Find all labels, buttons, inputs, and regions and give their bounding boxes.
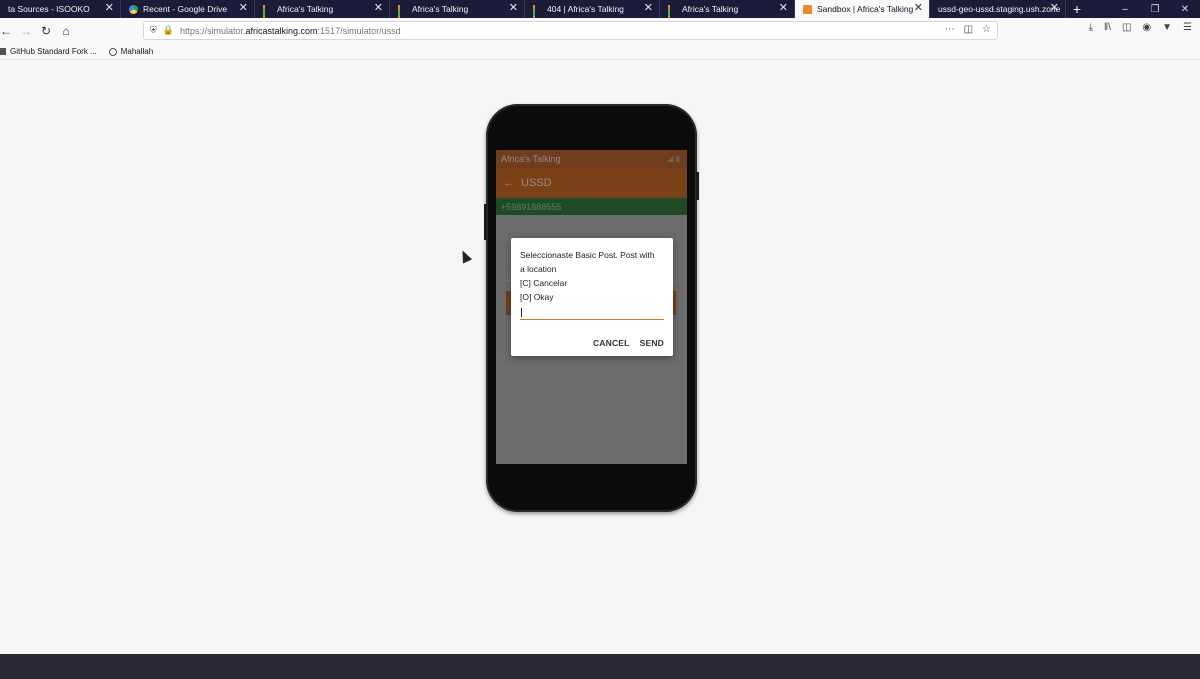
url-prefix: https://simulator.: [179, 25, 246, 36]
close-tab-icon[interactable]: ✕: [914, 2, 923, 15]
folder-icon: [0, 48, 6, 55]
new-tab-button[interactable]: +: [1066, 0, 1088, 18]
back-icon[interactable]: ←: [0, 21, 16, 41]
phone-status-bar: Africa's Talking ◢ ▮: [496, 150, 687, 168]
tab-0[interactable]: ta Sources - ISOOKO ✕: [0, 0, 121, 18]
ussd-dialog: Seleccionaste Basic Post. Post with a lo…: [511, 238, 673, 356]
africas-talking-icon: [533, 4, 542, 18]
url-bar[interactable]: ⛨ 🔒 https://simulator. africastalking.com…: [143, 21, 998, 40]
tab-label: Africa's Talking: [682, 4, 739, 14]
message-line: [C] Cancelar: [520, 278, 568, 288]
mouse-cursor-icon: [457, 248, 473, 264]
bottom-bar: [0, 654, 1200, 679]
tab-label: Recent - Google Drive: [143, 4, 228, 14]
close-tab-icon[interactable]: ✕: [374, 2, 383, 15]
restore-icon[interactable]: ❐: [1140, 0, 1170, 18]
send-button[interactable]: SEND: [640, 338, 664, 348]
app-bar: ← USSD: [496, 168, 687, 198]
phone-side-button: [484, 204, 487, 240]
back-arrow-icon[interactable]: ←: [503, 177, 514, 189]
tab-label: Sandbox | Africa's Talking: [817, 4, 914, 14]
africas-talking-icon: [263, 4, 272, 18]
tab-label: Africa's Talking: [412, 4, 469, 14]
tab-4[interactable]: 404 | Africa's Talking ✕: [525, 0, 660, 18]
pocket-icon[interactable]: ◫: [964, 24, 973, 35]
globe-icon: [108, 47, 117, 56]
shield-icon[interactable]: ⛨: [150, 25, 157, 36]
sidebar-icon[interactable]: ◫: [1122, 22, 1131, 33]
tab-label: ussd-geo-ussd.staging.ush.zone: [938, 4, 1061, 14]
africas-talking-icon: [398, 4, 407, 18]
bookmark-star-icon[interactable]: ☆: [982, 24, 991, 35]
tab-2[interactable]: Africa's Talking ✕: [255, 0, 390, 18]
dialog-actions: CANCEL SEND: [593, 338, 664, 348]
tab-3[interactable]: Africa's Talking ✕: [390, 0, 525, 18]
navigation-toolbar: ← → ↻ ⌂ ⛨ 🔒 https://simulator. africastal…: [0, 18, 1200, 44]
tab-5[interactable]: Africa's Talking ✕: [660, 0, 795, 18]
message-line: a location: [520, 264, 557, 274]
account-icon[interactable]: ◉: [1142, 22, 1151, 33]
url-suffix: :1517/simulator/ussd: [317, 25, 401, 36]
tab-1[interactable]: Recent - Google Drive ✕: [121, 0, 255, 18]
tab-7[interactable]: ussd-geo-ussd.staging.ush.zone ✕: [930, 0, 1066, 18]
bookmark-github-fork[interactable]: GitHub Standard Fork ...: [0, 47, 97, 56]
url-host: africastalking.com: [245, 25, 318, 36]
status-title: Africa's Talking: [501, 154, 561, 164]
bookmark-mahallah[interactable]: Mahallah: [108, 47, 154, 56]
window-controls: – ❐ ✕: [1110, 0, 1200, 18]
bookmark-label: Mahallah: [120, 47, 154, 56]
lock-icon[interactable]: 🔒: [163, 25, 174, 36]
google-drive-icon: [129, 4, 138, 14]
close-tab-icon[interactable]: ✕: [509, 2, 518, 15]
app-title: USSD: [521, 177, 552, 189]
tab-label: ta Sources - ISOOKO: [8, 4, 90, 14]
tab-strip: ta Sources - ISOOKO ✕ Recent - Google Driv…: [0, 0, 1200, 18]
minimize-icon[interactable]: –: [1110, 0, 1140, 18]
menu-icon[interactable]: ☰: [1183, 22, 1192, 33]
tab-label: Africa's Talking: [277, 4, 334, 14]
message-line: Seleccionaste Basic Post. Post with: [520, 250, 655, 260]
ussd-reply-input[interactable]: [520, 306, 664, 320]
home-icon[interactable]: ⌂: [56, 21, 76, 41]
message-line: [O] Okay: [520, 292, 554, 302]
close-window-icon[interactable]: ✕: [1170, 0, 1200, 18]
sandbox-icon: [803, 4, 812, 14]
bookmarks-toolbar: GitHub Standard Fork ... Mahallah: [0, 44, 1200, 60]
page-actions-icon[interactable]: ⋯: [945, 24, 955, 35]
signal-battery-icon: ◢ ▮: [667, 154, 680, 163]
close-tab-icon[interactable]: ✕: [779, 2, 788, 15]
africas-talking-icon: [668, 4, 677, 18]
tab-6[interactable]: Sandbox | Africa's Talking ✕: [795, 0, 930, 18]
bookmark-label: GitHub Standard Fork ...: [10, 47, 97, 56]
reload-icon[interactable]: ↻: [36, 21, 56, 41]
library-icon[interactable]: ‖\: [1104, 22, 1111, 33]
phone-number: +59891888555: [501, 201, 562, 212]
text-caret: [521, 308, 522, 317]
phone-number-bar: +59891888555: [496, 198, 687, 215]
tab-label: 404 | Africa's Talking: [547, 4, 624, 14]
close-tab-icon[interactable]: ✕: [239, 2, 248, 15]
download-icon[interactable]: ⤓: [1089, 22, 1093, 33]
phone-side-button: [696, 172, 699, 200]
close-tab-icon[interactable]: ✕: [644, 2, 653, 15]
close-tab-icon[interactable]: ✕: [1050, 2, 1059, 15]
cancel-button[interactable]: CANCEL: [593, 338, 630, 348]
extension-icon[interactable]: ▼: [1162, 22, 1172, 33]
ussd-message: Seleccionaste Basic Post. Post with a lo…: [520, 248, 664, 304]
forward-icon[interactable]: →: [16, 21, 36, 41]
close-tab-icon[interactable]: ✕: [105, 2, 114, 15]
